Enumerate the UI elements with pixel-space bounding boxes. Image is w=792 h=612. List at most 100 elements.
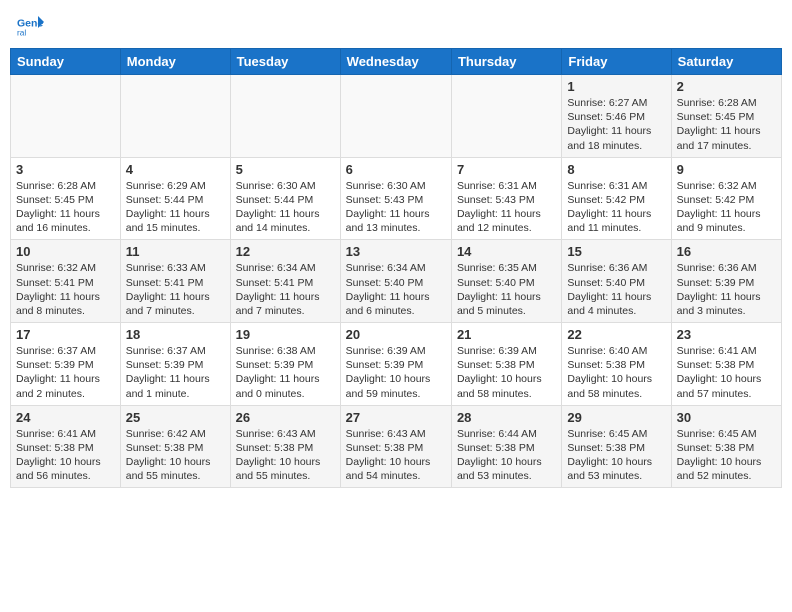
- calendar-header-row: SundayMondayTuesdayWednesdayThursdayFrid…: [11, 49, 782, 75]
- calendar-cell: 30 Sunrise: 6:45 AMSunset: 5:38 PMDayligh…: [671, 405, 781, 488]
- calendar-cell: 1 Sunrise: 6:27 AMSunset: 5:46 PMDaylight…: [562, 75, 671, 158]
- calendar-week-row: 24 Sunrise: 6:41 AMSunset: 5:38 PMDayligh…: [11, 405, 782, 488]
- calendar-cell: 13 Sunrise: 6:34 AMSunset: 5:40 PMDayligh…: [340, 240, 451, 323]
- day-info: Sunrise: 6:32 AMSunset: 5:42 PMDaylight:…: [677, 179, 776, 236]
- calendar-cell: 7Sunrise: 6:31 AMSunset: 5:43 PMDaylight…: [451, 157, 561, 240]
- day-info: Sunrise: 6:36 AMSunset: 5:40 PMDaylight:…: [567, 261, 665, 318]
- calendar-table: SundayMondayTuesdayWednesdayThursdayFrid…: [10, 48, 782, 488]
- day-info: Sunrise: 6:43 AMSunset: 5:38 PMDaylight:…: [346, 427, 446, 484]
- calendar-cell: [451, 75, 561, 158]
- calendar-cell: [340, 75, 451, 158]
- calendar-cell: 2 Sunrise: 6:28 AMSunset: 5:45 PMDaylight…: [671, 75, 781, 158]
- day-number: 30: [677, 410, 776, 425]
- logo-icon: Gene ral: [14, 10, 44, 40]
- day-number: 21: [457, 327, 556, 342]
- day-info: Sunrise: 6:28 AMSunset: 5:45 PMDaylight:…: [677, 96, 776, 153]
- day-info: Sunrise: 6:41 AMSunset: 5:38 PMDaylight:…: [677, 344, 776, 401]
- calendar-cell: 12Sunrise: 6:34 AMSunset: 5:41 PMDayligh…: [230, 240, 340, 323]
- day-info: Sunrise: 6:40 AMSunset: 5:38 PMDaylight:…: [567, 344, 665, 401]
- day-number: 4: [126, 162, 225, 177]
- day-number: 23: [677, 327, 776, 342]
- day-info: Sunrise: 6:30 AMSunset: 5:43 PMDaylight:…: [346, 179, 446, 236]
- day-info: Sunrise: 6:45 AMSunset: 5:38 PMDaylight:…: [567, 427, 665, 484]
- day-number: 19: [236, 327, 335, 342]
- svg-text:ral: ral: [17, 29, 26, 38]
- day-number: 6: [346, 162, 446, 177]
- day-info: Sunrise: 6:34 AMSunset: 5:40 PMDaylight:…: [346, 261, 446, 318]
- day-info: Sunrise: 6:36 AMSunset: 5:39 PMDaylight:…: [677, 261, 776, 318]
- calendar-cell: 25 Sunrise: 6:42 AMSunset: 5:38 PMDayligh…: [120, 405, 230, 488]
- day-of-week-header: Tuesday: [230, 49, 340, 75]
- calendar-cell: 9 Sunrise: 6:32 AMSunset: 5:42 PMDaylight…: [671, 157, 781, 240]
- calendar-cell: 14Sunrise: 6:35 AMSunset: 5:40 PMDayligh…: [451, 240, 561, 323]
- day-number: 7: [457, 162, 556, 177]
- day-number: 29: [567, 410, 665, 425]
- page-header: Gene ral: [10, 10, 782, 40]
- day-number: 18: [126, 327, 225, 342]
- day-number: 20: [346, 327, 446, 342]
- day-number: 10: [16, 244, 115, 259]
- day-info: Sunrise: 6:31 AMSunset: 5:42 PMDaylight:…: [567, 179, 665, 236]
- day-number: 2: [677, 79, 776, 94]
- day-info: Sunrise: 6:37 AMSunset: 5:39 PMDaylight:…: [126, 344, 225, 401]
- day-number: 13: [346, 244, 446, 259]
- calendar-cell: 21 Sunrise: 6:39 AMSunset: 5:38 PMDayligh…: [451, 323, 561, 406]
- day-info: Sunrise: 6:44 AMSunset: 5:38 PMDaylight:…: [457, 427, 556, 484]
- calendar-cell: 3Sunrise: 6:28 AMSunset: 5:45 PMDaylight…: [11, 157, 121, 240]
- calendar-cell: 17 Sunrise: 6:37 AMSunset: 5:39 PMDayligh…: [11, 323, 121, 406]
- calendar-cell: 20 Sunrise: 6:39 AMSunset: 5:39 PMDayligh…: [340, 323, 451, 406]
- day-number: 17: [16, 327, 115, 342]
- day-number: 27: [346, 410, 446, 425]
- day-number: 9: [677, 162, 776, 177]
- calendar-cell: 26 Sunrise: 6:43 AMSunset: 5:38 PMDayligh…: [230, 405, 340, 488]
- day-number: 5: [236, 162, 335, 177]
- calendar-cell: 27 Sunrise: 6:43 AMSunset: 5:38 PMDayligh…: [340, 405, 451, 488]
- day-info: Sunrise: 6:41 AMSunset: 5:38 PMDaylight:…: [16, 427, 115, 484]
- day-info: Sunrise: 6:34 AMSunset: 5:41 PMDaylight:…: [236, 261, 335, 318]
- day-number: 15: [567, 244, 665, 259]
- day-number: 28: [457, 410, 556, 425]
- day-info: Sunrise: 6:33 AMSunset: 5:41 PMDaylight:…: [126, 261, 225, 318]
- calendar-week-row: 10 Sunrise: 6:32 AMSunset: 5:41 PMDayligh…: [11, 240, 782, 323]
- day-number: 16: [677, 244, 776, 259]
- calendar-week-row: 3Sunrise: 6:28 AMSunset: 5:45 PMDaylight…: [11, 157, 782, 240]
- calendar-cell: 10 Sunrise: 6:32 AMSunset: 5:41 PMDayligh…: [11, 240, 121, 323]
- calendar-week-row: 1 Sunrise: 6:27 AMSunset: 5:46 PMDaylight…: [11, 75, 782, 158]
- day-of-week-header: Thursday: [451, 49, 561, 75]
- day-of-week-header: Sunday: [11, 49, 121, 75]
- day-number: 3: [16, 162, 115, 177]
- day-number: 25: [126, 410, 225, 425]
- calendar-cell: 6 Sunrise: 6:30 AMSunset: 5:43 PMDaylight…: [340, 157, 451, 240]
- day-of-week-header: Monday: [120, 49, 230, 75]
- calendar-cell: 23 Sunrise: 6:41 AMSunset: 5:38 PMDayligh…: [671, 323, 781, 406]
- calendar-cell: 15 Sunrise: 6:36 AMSunset: 5:40 PMDayligh…: [562, 240, 671, 323]
- calendar-cell: 11Sunrise: 6:33 AMSunset: 5:41 PMDayligh…: [120, 240, 230, 323]
- calendar-cell: [11, 75, 121, 158]
- day-number: 26: [236, 410, 335, 425]
- calendar-cell: 19 Sunrise: 6:38 AMSunset: 5:39 PMDayligh…: [230, 323, 340, 406]
- calendar-cell: [120, 75, 230, 158]
- calendar-cell: [230, 75, 340, 158]
- day-of-week-header: Saturday: [671, 49, 781, 75]
- logo: Gene ral: [14, 10, 48, 40]
- day-info: Sunrise: 6:43 AMSunset: 5:38 PMDaylight:…: [236, 427, 335, 484]
- day-number: 1: [567, 79, 665, 94]
- day-number: 14: [457, 244, 556, 259]
- day-info: Sunrise: 6:30 AMSunset: 5:44 PMDaylight:…: [236, 179, 335, 236]
- day-info: Sunrise: 6:29 AMSunset: 5:44 PMDaylight:…: [126, 179, 225, 236]
- day-info: Sunrise: 6:45 AMSunset: 5:38 PMDaylight:…: [677, 427, 776, 484]
- calendar-cell: 28 Sunrise: 6:44 AMSunset: 5:38 PMDayligh…: [451, 405, 561, 488]
- day-info: Sunrise: 6:27 AMSunset: 5:46 PMDaylight:…: [567, 96, 665, 153]
- day-number: 8: [567, 162, 665, 177]
- calendar-week-row: 17 Sunrise: 6:37 AMSunset: 5:39 PMDayligh…: [11, 323, 782, 406]
- day-number: 22: [567, 327, 665, 342]
- day-info: Sunrise: 6:39 AMSunset: 5:39 PMDaylight:…: [346, 344, 446, 401]
- day-info: Sunrise: 6:39 AMSunset: 5:38 PMDaylight:…: [457, 344, 556, 401]
- day-info: Sunrise: 6:37 AMSunset: 5:39 PMDaylight:…: [16, 344, 115, 401]
- day-info: Sunrise: 6:32 AMSunset: 5:41 PMDaylight:…: [16, 261, 115, 318]
- day-info: Sunrise: 6:42 AMSunset: 5:38 PMDaylight:…: [126, 427, 225, 484]
- day-number: 24: [16, 410, 115, 425]
- calendar-cell: 4 Sunrise: 6:29 AMSunset: 5:44 PMDaylight…: [120, 157, 230, 240]
- calendar-cell: 24 Sunrise: 6:41 AMSunset: 5:38 PMDayligh…: [11, 405, 121, 488]
- day-info: Sunrise: 6:38 AMSunset: 5:39 PMDaylight:…: [236, 344, 335, 401]
